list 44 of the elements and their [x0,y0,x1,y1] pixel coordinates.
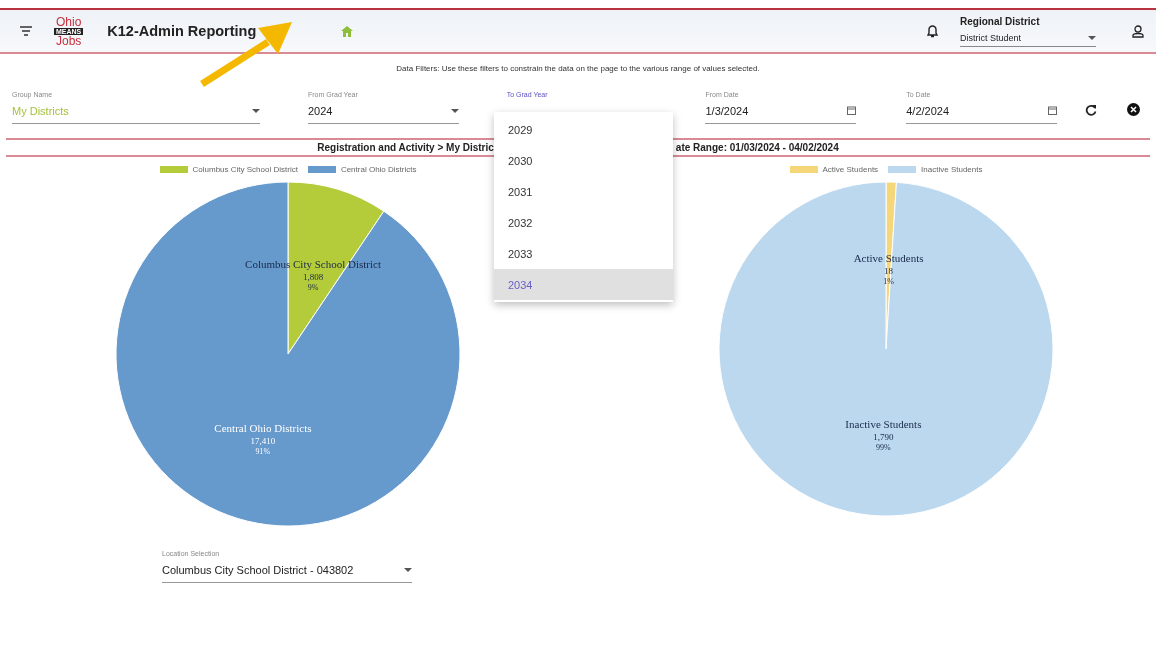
slice-value: 18 [884,265,894,276]
calendar-icon [1048,106,1057,115]
slice-label: Inactive Students [845,418,922,431]
dropdown-option[interactable]: 2030 [494,145,673,176]
legend-item[interactable]: Active Students [789,165,879,174]
clear-button[interactable] [1127,103,1140,116]
breadcrumb-text: Registration and Activity > My Distric [317,142,494,153]
slice-value: 1,808 [302,271,324,282]
slice-value: 17,410 [250,436,276,447]
close-icon [1127,103,1140,116]
dropdown-option[interactable]: 2029 [494,114,673,145]
app-title: K12-Admin Reporting [107,23,258,39]
role-select[interactable]: District Student [960,29,1096,47]
slice-percent: 99% [876,443,891,453]
menu-button[interactable] [20,26,32,36]
caret-icon [450,108,459,113]
dropdown-option[interactable]: 2033 [494,238,673,269]
slice-percent: 91% [255,447,271,457]
logo-text: Jobs [55,34,82,47]
calendar-icon [847,106,857,115]
legend-item[interactable]: Central Ohio Districts [307,165,417,174]
refresh-icon [1085,104,1097,116]
date-range-text: ate Range: 01/03/2024 - 04/02/2024 [675,142,839,153]
dropdown-option[interactable]: 2031 [494,176,673,207]
notifications-button[interactable] [927,24,938,38]
slice-label: Central Ohio Districts [214,422,312,435]
menu-icon [20,26,32,36]
refresh-button[interactable] [1085,104,1097,116]
filters-note: Data Filters: Use these filters to constrain the data on the page to the various range of values selected. [395,64,761,73]
logo-text: Ohio [55,15,82,28]
caret-icon [404,567,412,572]
user-icon [1132,24,1144,38]
legend-item[interactable]: Columbus City School District [159,165,298,174]
slice-value: 1,790 [873,432,894,443]
slice-percent: 9% [307,282,319,292]
bell-icon [927,24,938,38]
home-icon [341,25,354,37]
caret-icon [251,108,260,113]
dropdown-option[interactable]: 2034 [494,269,673,300]
caret-icon [1088,35,1096,40]
dropdown-option[interactable]: 2032 [494,207,673,238]
account-button[interactable] [1132,24,1144,38]
legend-item[interactable]: Inactive Students [888,165,983,174]
role-label: Regional District [960,15,1041,27]
